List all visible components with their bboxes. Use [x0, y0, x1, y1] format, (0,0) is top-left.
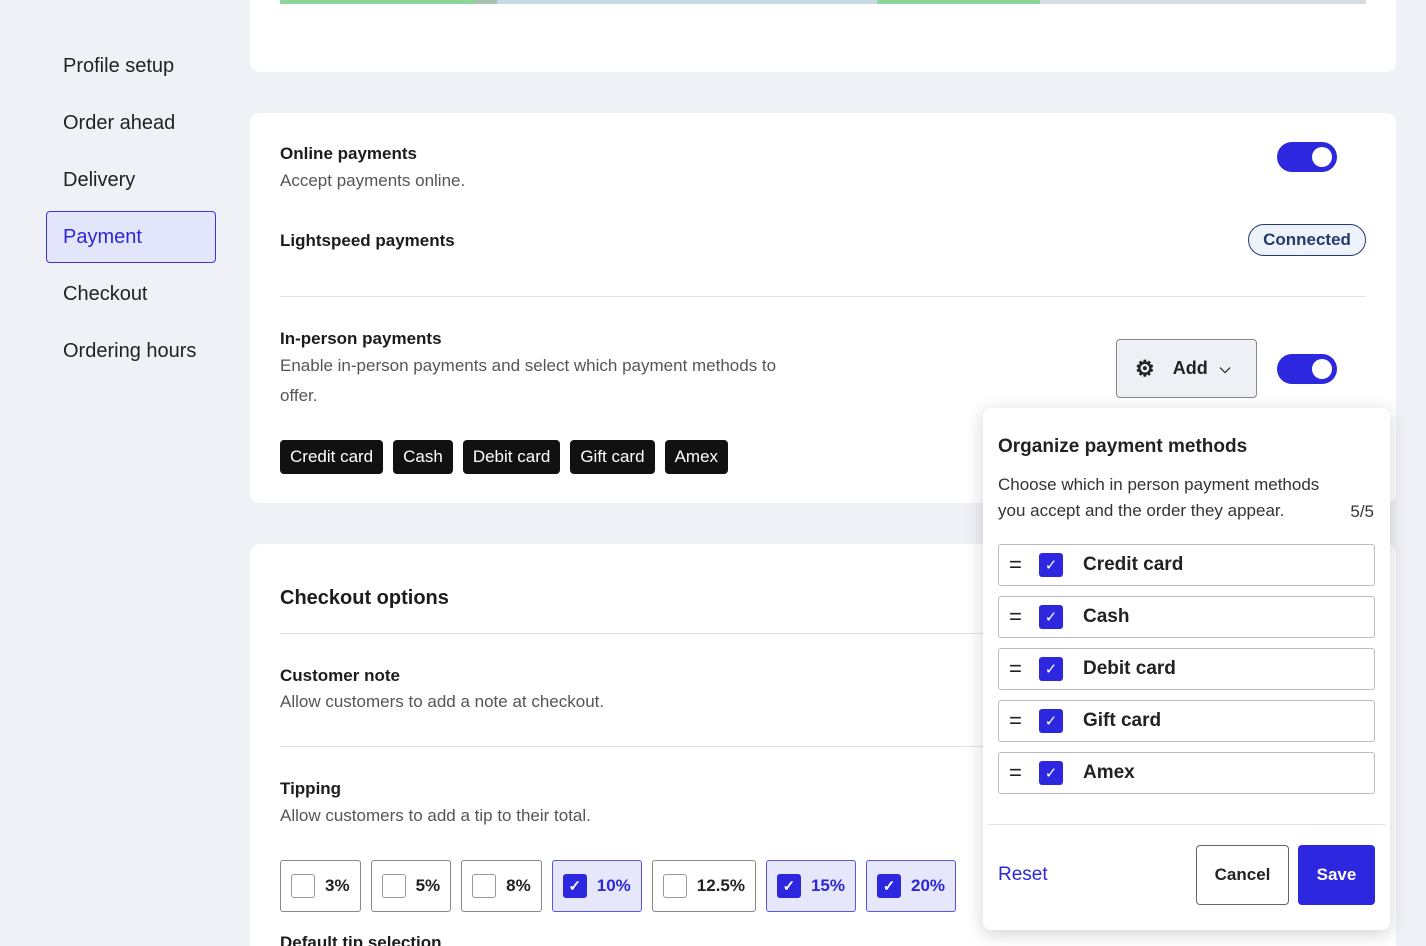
- selected-count: 5/5: [1350, 502, 1374, 521]
- tip-option-3[interactable]: 3%: [280, 860, 361, 912]
- tip-option-10[interactable]: ✓ 10%: [551, 860, 642, 912]
- tip-option-8[interactable]: 8%: [461, 860, 542, 912]
- payment-method-label: Gift card: [1083, 710, 1162, 731]
- lightspeed-payments-title: Lightspeed payments: [280, 231, 455, 250]
- payment-method-label: Cash: [1083, 606, 1130, 627]
- reset-button[interactable]: Reset: [998, 864, 1048, 886]
- chevron-down-icon: ⌵: [1219, 360, 1231, 376]
- payment-method-label: Amex: [1083, 762, 1135, 783]
- payment-method-row[interactable]: = ✓ Credit card: [998, 544, 1375, 586]
- payment-method-row[interactable]: = ✓ Cash: [998, 596, 1375, 638]
- map-card: [250, 0, 1396, 72]
- tipping-desc: Allow customers to add a tip to their to…: [280, 806, 591, 825]
- customer-note-title: Customer note: [280, 666, 400, 685]
- tipping-title: Tipping: [280, 779, 342, 798]
- payment-method-chip: Cash: [393, 440, 453, 474]
- online-payments-desc: Accept payments online.: [280, 171, 466, 190]
- checkout-options-title: Checkout options: [280, 587, 449, 609]
- section-divider: [280, 296, 1366, 297]
- payment-method-row[interactable]: = ✓ Debit card: [998, 648, 1375, 690]
- organize-payment-methods-popover: Organize payment methods Choose which in…: [983, 408, 1390, 930]
- sidebar-nav: Profile setup Order ahead Delivery Payme…: [46, 40, 216, 382]
- tip-label: 5%: [415, 876, 441, 895]
- drag-handle-icon[interactable]: =: [1009, 552, 1039, 578]
- tip-label: 8%: [506, 876, 531, 895]
- payment-method-chip: Gift card: [570, 440, 655, 474]
- sidebar-item-delivery[interactable]: Delivery: [46, 154, 216, 206]
- checkbox: [291, 874, 315, 898]
- drag-handle-icon[interactable]: =: [1009, 708, 1039, 734]
- in-person-payments-title: In-person payments: [280, 329, 442, 348]
- online-payments-title: Online payments: [280, 144, 417, 163]
- payment-method-row[interactable]: = ✓ Gift card: [998, 700, 1375, 742]
- tip-label: 20%: [911, 876, 946, 895]
- tip-option-20[interactable]: ✓ 20%: [866, 860, 957, 912]
- payment-method-list: = ✓ Credit card = ✓ Cash = ✓ Debit card …: [998, 544, 1375, 804]
- tip-label: 10%: [596, 876, 631, 895]
- check-icon[interactable]: ✓: [1039, 553, 1063, 577]
- payment-method-row[interactable]: = ✓ Amex: [998, 752, 1375, 794]
- connected-badge: Connected: [1248, 224, 1366, 256]
- payment-method-chip: Amex: [664, 440, 729, 474]
- in-person-payments-desc: Enable in-person payments and select whi…: [280, 356, 777, 405]
- sidebar-item-order-ahead[interactable]: Order ahead: [46, 97, 216, 149]
- tip-label: 12.5%: [696, 876, 745, 895]
- customer-note-desc: Allow customers to add a note at checkou…: [280, 692, 605, 711]
- cancel-button[interactable]: Cancel: [1196, 845, 1289, 905]
- payment-method-label: Debit card: [1083, 658, 1176, 679]
- tip-option-12-5[interactable]: 12.5%: [651, 860, 756, 912]
- online-payments-toggle[interactable]: [1277, 142, 1337, 172]
- check-icon: ✓: [562, 874, 587, 898]
- tip-label: 15%: [810, 876, 845, 895]
- drag-handle-icon[interactable]: =: [1009, 656, 1039, 682]
- sidebar-item-payment[interactable]: Payment: [46, 211, 216, 263]
- sidebar-item-ordering-hours[interactable]: Ordering hours: [46, 325, 216, 377]
- tip-option-5[interactable]: 5%: [370, 860, 452, 912]
- tip-label: 3%: [325, 876, 350, 895]
- checkbox: [381, 874, 406, 898]
- check-icon: ✓: [776, 874, 801, 898]
- sidebar-item-checkout[interactable]: Checkout: [46, 268, 216, 320]
- payment-method-chip: Credit card: [280, 440, 384, 474]
- check-icon[interactable]: ✓: [1039, 709, 1063, 733]
- payment-method-chips: Credit card Cash Debit card Gift card Am…: [280, 440, 738, 474]
- sidebar-item-profile-setup[interactable]: Profile setup: [46, 40, 216, 92]
- check-icon[interactable]: ✓: [1039, 657, 1063, 681]
- popover-title: Organize payment methods: [998, 436, 1248, 457]
- payment-method-chip: Debit card: [462, 440, 561, 474]
- in-person-payments-toggle[interactable]: [1277, 354, 1337, 384]
- popover-divider: [988, 824, 1385, 825]
- add-payment-method-button[interactable]: ⚙ Add ⌵: [1116, 339, 1257, 398]
- tip-options: 3% 5% 8% ✓ 10% 12.5% ✓ 15% ✓ 20%: [280, 860, 966, 912]
- drag-handle-icon[interactable]: =: [1009, 604, 1039, 630]
- popover-desc: Choose which in person payment methods y…: [998, 475, 1320, 520]
- add-button-label: Add: [1172, 358, 1208, 378]
- check-icon[interactable]: ✓: [1039, 761, 1063, 785]
- map-preview: [280, 0, 1366, 4]
- checkbox: [662, 874, 687, 898]
- default-tip-title: Default tip selection: [280, 933, 442, 946]
- drag-handle-icon[interactable]: =: [1009, 760, 1039, 786]
- check-icon: ✓: [877, 874, 901, 898]
- checkbox: [472, 874, 497, 898]
- gear-icon: ⚙: [1135, 355, 1155, 381]
- save-button[interactable]: Save: [1298, 845, 1375, 905]
- tip-option-15[interactable]: ✓ 15%: [765, 860, 856, 912]
- payment-method-label: Credit card: [1083, 554, 1184, 575]
- check-icon[interactable]: ✓: [1039, 605, 1063, 629]
